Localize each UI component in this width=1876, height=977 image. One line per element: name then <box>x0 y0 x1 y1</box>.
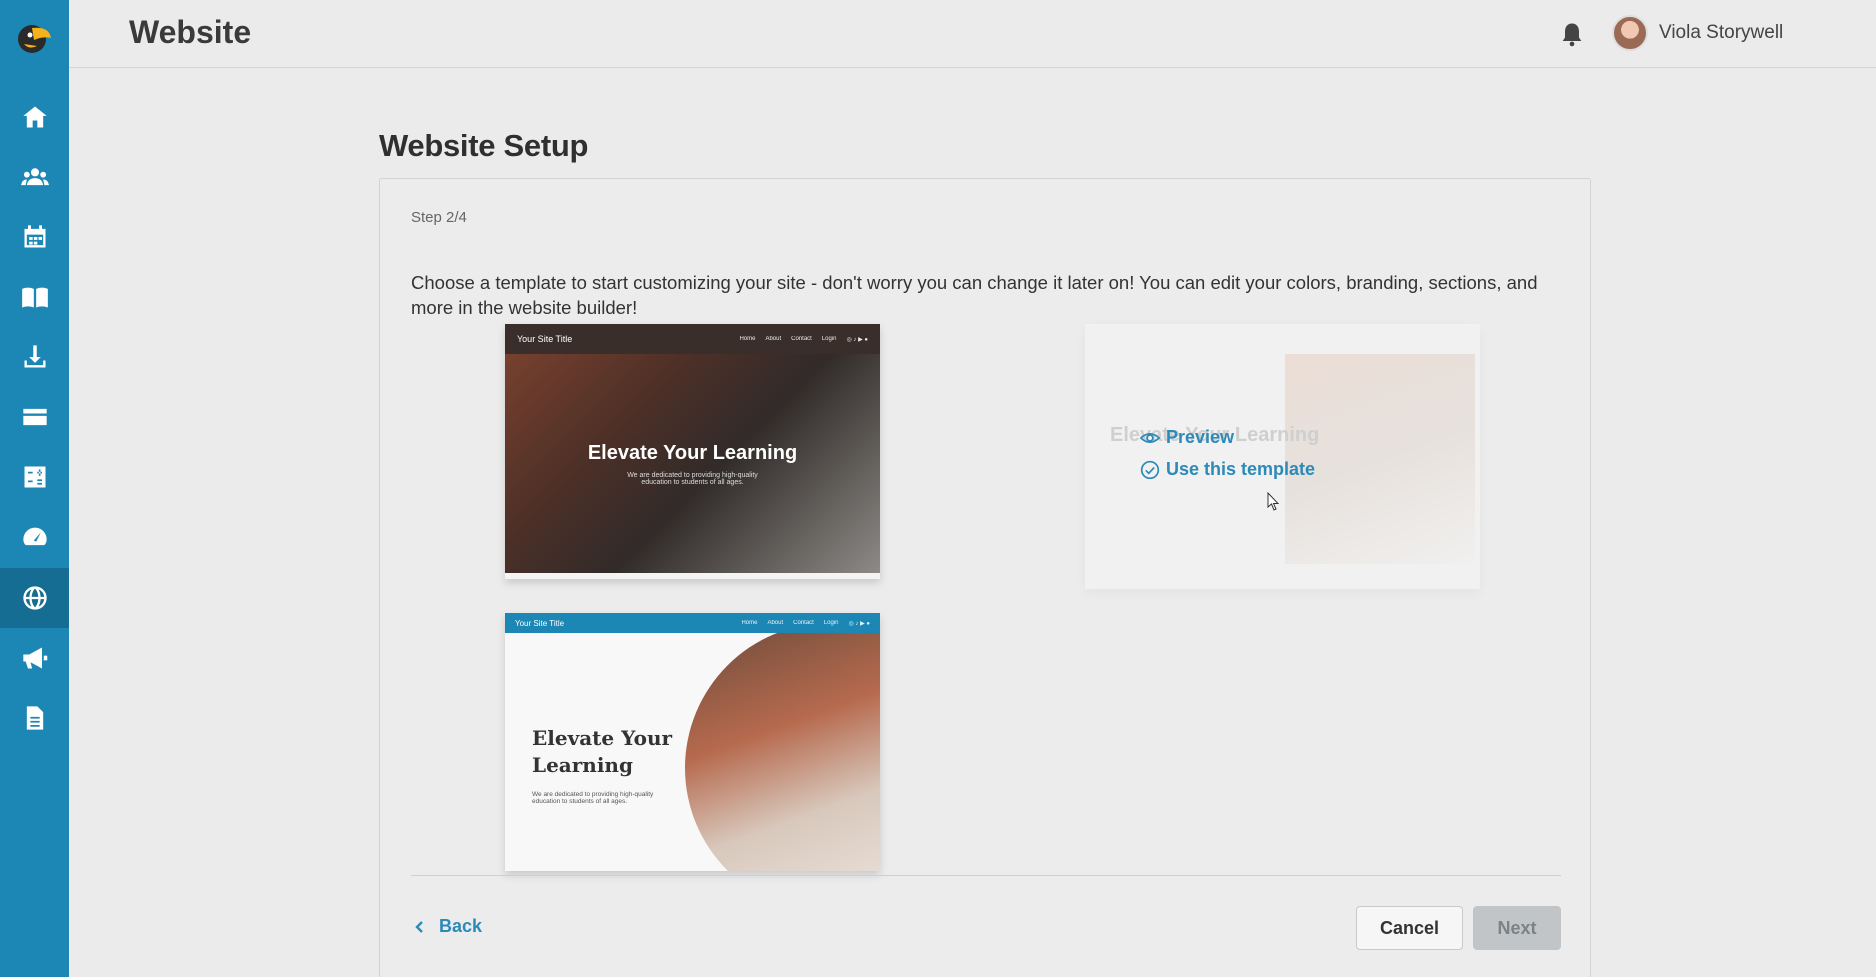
social-icons: ◎ ♪ ▶ ● <box>846 336 868 343</box>
template-nav-item: Home <box>741 619 758 626</box>
template-card-3[interactable]: Elevate Your Learning <box>1085 324 1480 589</box>
template-nav-item: About <box>765 335 782 342</box>
mouse-cursor-icon <box>1267 492 1280 511</box>
calendar-icon <box>24 225 45 248</box>
footer-divider <box>411 875 1561 876</box>
setup-title: Website Setup <box>379 128 589 163</box>
eye-icon <box>1140 432 1160 443</box>
page-title: Website <box>129 14 252 50</box>
template-nav-item: Contact <box>791 335 812 342</box>
sidebar-item-dashboard[interactable] <box>0 507 69 567</box>
sidebar-item-documents[interactable] <box>0 688 69 748</box>
sidebar-item-home[interactable] <box>0 87 69 147</box>
calculator-icon <box>24 466 45 488</box>
document-icon <box>26 706 43 730</box>
template-nav-item: Contact <box>793 619 814 626</box>
back-label: Back <box>439 916 483 936</box>
setup-description: Choose a template to start customizing y… <box>411 272 1538 318</box>
dashboard-gauge-icon <box>22 527 47 546</box>
next-button[interactable]: Next <box>1473 906 1561 950</box>
template-nav-bar: Your Site Title Home About Contact Login… <box>505 324 880 354</box>
user-name[interactable]: Viola Storywell <box>1659 22 1783 44</box>
sidebar-item-marketing[interactable] <box>0 628 69 688</box>
social-icons: ◎ ♪ ▶ ● <box>848 620 870 627</box>
sidebar-item-download[interactable] <box>0 327 69 387</box>
template-nav-item: Login <box>821 335 837 342</box>
sidebar-item-calculator[interactable] <box>0 447 69 507</box>
check-circle-icon <box>1140 460 1160 479</box>
cancel-button[interactable]: Cancel <box>1356 906 1463 950</box>
sidebar-item-book[interactable] <box>0 267 69 327</box>
template-nav-bar: Your Site Title Home About Contact Login… <box>505 613 880 633</box>
use-template-button[interactable]: Use this template <box>1140 459 1315 480</box>
template-hero-image <box>685 623 880 871</box>
home-icon <box>22 106 47 128</box>
back-button[interactable]: Back <box>413 916 482 937</box>
template-site-title: Your Site Title <box>515 618 565 628</box>
template-site-title: Your Site Title <box>517 334 573 344</box>
book-icon <box>21 287 48 308</box>
template-card-1[interactable]: Your Site Title Home About Contact Login… <box>505 324 880 579</box>
template-subtext: We are dedicated to providing high-quali… <box>627 472 758 486</box>
sidebar-item-calendar[interactable] <box>0 207 69 267</box>
setup-card: Step 2/4 Choose a template to start cust… <box>379 178 1591 977</box>
template-nav-item: About <box>767 619 784 626</box>
top-bar: Website Viola Storywell <box>69 0 1876 68</box>
template-heading-line-2: Learning <box>532 753 633 777</box>
download-icon <box>24 345 45 368</box>
toucan-logo-icon[interactable] <box>15 20 53 58</box>
template-footer <box>505 573 880 579</box>
template-heading-line-1: Elevate Your <box>532 726 673 750</box>
megaphone-icon <box>22 647 47 669</box>
chevron-left-icon <box>415 920 423 933</box>
template-nav-item: Login <box>823 619 839 626</box>
template-heading: Elevate Your Learning <box>532 725 672 779</box>
template-card-2[interactable]: Your Site Title Home About Contact Login… <box>505 613 880 871</box>
preview-label: Preview <box>1166 427 1235 447</box>
template-heading: Elevate Your Learning <box>587 442 798 464</box>
template-nav-item: Home <box>739 335 756 342</box>
users-icon <box>20 168 49 186</box>
step-indicator: Step 2/4 <box>411 209 467 226</box>
avatar[interactable] <box>1612 15 1648 51</box>
preview-template-button[interactable]: Preview <box>1140 427 1234 448</box>
globe-icon <box>22 586 47 610</box>
notifications-bell-icon[interactable] <box>1558 20 1586 48</box>
sidebar-item-payments[interactable] <box>0 387 69 447</box>
credit-card-icon <box>22 408 47 426</box>
sidebar <box>0 0 69 977</box>
template-subtext: We are dedicated to providing high-quali… <box>532 791 654 805</box>
sidebar-item-users[interactable] <box>0 147 69 207</box>
use-template-label: Use this template <box>1166 459 1316 479</box>
sidebar-item-website[interactable] <box>0 568 69 628</box>
